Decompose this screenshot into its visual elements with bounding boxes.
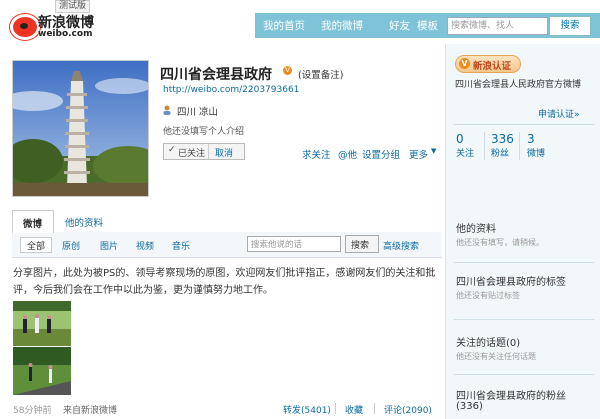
post-text: 分享图片，此处为被PS的、领导考察现场的原图，欢迎网友们批评指正，感谢网友们的关… — [13, 268, 436, 296]
check-icon: ✓ — [168, 145, 176, 155]
nav-templates[interactable]: 模板 — [417, 18, 438, 33]
verified-badge[interactable]: V 新浪认证 — [455, 55, 521, 73]
mention-link[interactable]: @他 — [338, 147, 357, 161]
post-search-placeholder: 搜索他说的话 — [251, 240, 303, 250]
stat-label: 粉丝 — [491, 149, 510, 159]
post-photo-icon — [13, 301, 71, 346]
stat-following[interactable]: 0 关注 — [456, 132, 474, 159]
profile-location: 四川 凉山 — [177, 107, 219, 118]
nav-friends[interactable]: 好友 — [389, 18, 410, 33]
post-time[interactable]: 58分钟前 — [13, 403, 51, 416]
post-image-1[interactable] — [13, 301, 71, 346]
user-icon — [163, 105, 171, 115]
chevron-down-icon[interactable]: ▼ — [431, 147, 436, 155]
set-remark-link[interactable]: (设置备注) — [298, 67, 343, 81]
stat-label: 微博 — [527, 149, 546, 159]
stat-followers[interactable]: 336 粉丝 — [491, 132, 514, 159]
filter-music[interactable]: 音乐 — [172, 239, 190, 252]
divider — [454, 262, 594, 263]
tab-info[interactable]: 他的资料 — [65, 215, 103, 229]
verified-badge-label: 新浪认证 — [473, 61, 512, 72]
weibo-logo-icon[interactable] — [10, 14, 40, 40]
nav-my-home[interactable]: 我的首页 — [263, 18, 305, 33]
followed-label: 已关注 — [178, 149, 206, 159]
divider — [335, 403, 336, 414]
section-topics-title[interactable]: 关注的话题(0) — [456, 334, 520, 349]
search-button[interactable]: 搜索 — [549, 16, 591, 36]
filter-all[interactable]: 全部 — [20, 237, 52, 253]
divider — [454, 374, 594, 375]
profile-url[interactable]: http://weibo.com/2203793661 — [163, 85, 299, 95]
tab-weibo-label: 微博 — [23, 219, 43, 230]
search-input[interactable]: 搜索微博、找人 — [447, 17, 548, 35]
filter-images[interactable]: 图片 — [100, 239, 118, 252]
verified-description: 四川省会理县人民政府官方微博 — [455, 80, 582, 90]
set-group-link[interactable]: 设置分组 — [362, 147, 400, 161]
section-tags-title[interactable]: 四川省会理县政府的标签 — [456, 273, 566, 288]
verified-v-icon: V — [459, 58, 470, 69]
profile-bio: 他还没填写个人介绍 — [163, 127, 245, 137]
tab-weibo[interactable]: 微博 — [12, 210, 54, 233]
post-search-button-label: 搜索 — [351, 241, 370, 251]
post-photo-icon — [13, 347, 71, 395]
main-column: 四川省会理县政府 V (设置备注) http://weibo.com/22037… — [0, 44, 445, 419]
verified-v-icon: V — [283, 66, 292, 75]
divider — [374, 403, 375, 414]
post-search-input[interactable]: 搜索他说的话 — [247, 236, 341, 252]
stat-value: 3 — [527, 132, 535, 146]
divider — [454, 124, 594, 125]
divider — [519, 132, 520, 160]
stat-value: 0 — [456, 132, 464, 146]
filter-all-label: 全部 — [27, 242, 46, 252]
filter-videos[interactable]: 视频 — [136, 239, 154, 252]
filter-original[interactable]: 原创 — [62, 239, 80, 252]
top-bar: 新浪微博 weibo.com 测试版 我的首页 我的微博 好友 模板 搜索微博、… — [0, 0, 600, 44]
profile-avatar[interactable] — [12, 60, 149, 197]
section-fans-count: (336) — [456, 401, 483, 412]
nav-my-weibo[interactable]: 我的微博 — [321, 18, 363, 33]
post-source[interactable]: 来自新浪微博 — [63, 403, 117, 416]
stat-value: 336 — [491, 132, 514, 146]
beta-badge: 测试版 — [55, 0, 91, 13]
apply-verify-link[interactable]: 申请认证» — [538, 107, 580, 120]
section-profile-title[interactable]: 他的资料 — [456, 220, 496, 235]
divider — [484, 132, 485, 160]
post-search-button[interactable]: 搜索 — [345, 235, 379, 253]
request-follow-link[interactable]: 求关注 — [302, 147, 331, 161]
stat-label: 关注 — [456, 149, 475, 159]
section-fans-title[interactable]: 四川省会理县政府的粉丝 — [456, 387, 566, 402]
divider — [208, 144, 209, 159]
filter-bar: 全部 原创 图片 视频 音乐 搜索他说的话 搜索 高级搜索 — [12, 232, 442, 258]
profile-name: 四川省会理县政府 — [160, 67, 272, 83]
post-image-2[interactable] — [13, 347, 71, 395]
repost-link[interactable]: 转发(5401) — [283, 403, 331, 416]
more-menu[interactable]: 更多 — [409, 147, 428, 161]
stat-posts[interactable]: 3 微博 — [527, 132, 545, 159]
logo-domain: weibo.com — [38, 29, 93, 39]
follow-status-box: ✓ 已关注 取消 — [163, 143, 245, 160]
unfollow-button[interactable]: 取消 — [215, 146, 233, 159]
section-profile-desc: 他还没有填写，请稍候。 — [456, 238, 544, 247]
favorite-link[interactable]: 收藏 — [345, 403, 363, 416]
divider — [454, 319, 594, 320]
advanced-search-link[interactable]: 高级搜索 — [383, 239, 419, 252]
comment-link[interactable]: 评论(2090) — [384, 403, 432, 416]
section-topics-desc: 他还没有关注任何话题 — [456, 352, 536, 361]
pagoda-photo-icon — [13, 61, 148, 196]
sidebar: V 新浪认证 四川省会理县人民政府官方微博 申请认证» 0 关注 336 粉丝 … — [445, 44, 600, 419]
section-tags-desc: 他还没有贴过标签 — [456, 291, 520, 300]
